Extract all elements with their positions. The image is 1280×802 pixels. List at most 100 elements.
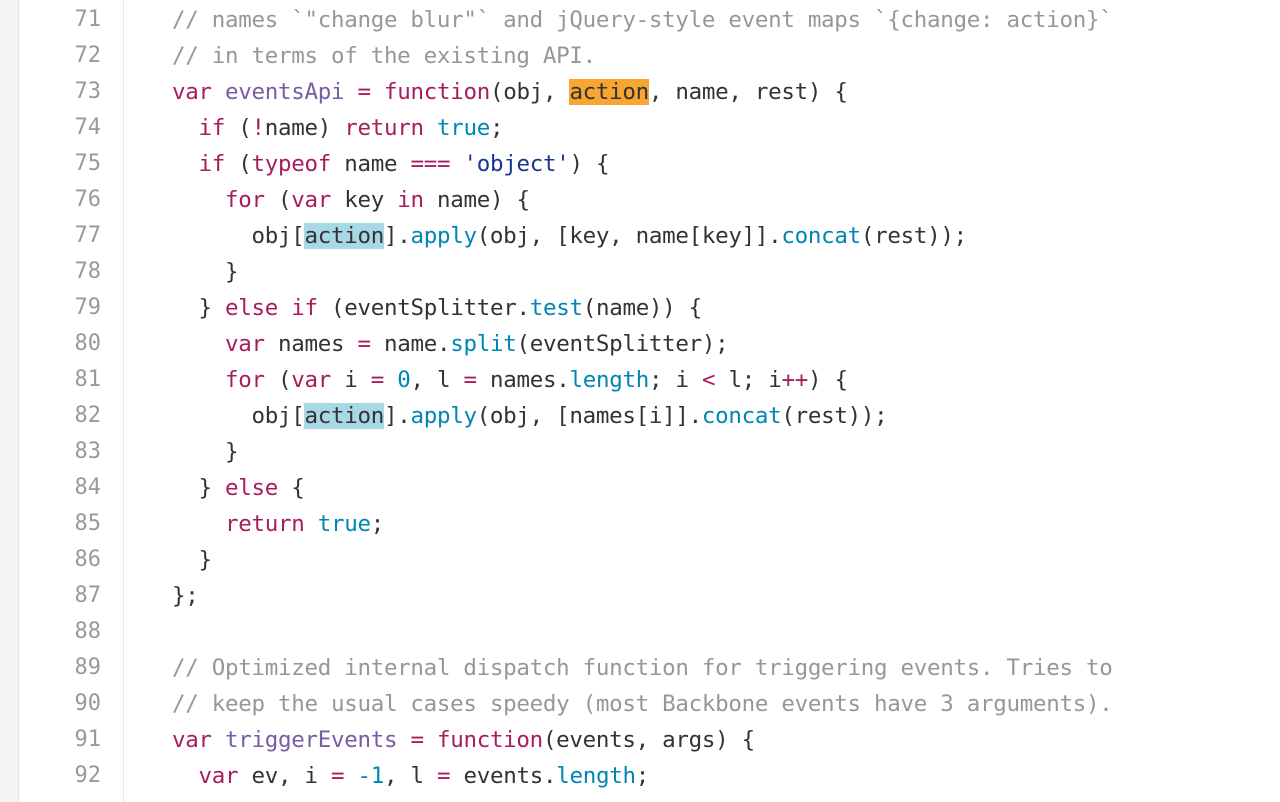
code-token: if: [198, 151, 226, 177]
code-token: i: [331, 367, 371, 393]
code-line[interactable]: 80 var names = name.split(eventSplitter)…: [19, 326, 1280, 362]
code-line[interactable]: 89 // Optimized internal dispatch functio…: [19, 650, 1280, 686]
code-token: else: [225, 475, 278, 501]
code-token: key: [331, 187, 398, 213]
code-token: }: [172, 439, 239, 465]
code-line[interactable]: 86 }: [19, 542, 1280, 578]
line-number[interactable]: 76: [19, 182, 102, 218]
code-token: ===: [410, 151, 451, 177]
code-token: else: [225, 295, 278, 321]
code-token: // names `"change blur"` and jQuery-styl…: [172, 7, 1113, 33]
code-text: // Optimized internal dispatch function …: [172, 650, 1113, 686]
line-number[interactable]: 85: [19, 506, 102, 542]
code-token: (: [225, 115, 252, 141]
code-token: =: [344, 79, 384, 105]
code-token: ) {: [569, 151, 610, 177]
code-token: -1: [357, 763, 384, 789]
code-token: ) {: [807, 367, 848, 393]
line-number[interactable]: 90: [19, 686, 102, 722]
code-token: if: [198, 115, 226, 141]
code-token: (rest));: [781, 403, 888, 429]
code-token: var: [172, 727, 225, 753]
code-token: =: [357, 331, 371, 357]
code-line[interactable]: 77 obj[action].apply(obj, [key, name[key…: [19, 218, 1280, 254]
code-token: triggerEvents: [225, 727, 398, 753]
code-token: (eventSplitter);: [516, 331, 729, 357]
code-line[interactable]: 82 obj[action].apply(obj, [names[i]].con…: [19, 398, 1280, 434]
line-number[interactable]: 84: [19, 470, 102, 506]
code-token: , l: [410, 367, 464, 393]
line-number[interactable]: 78: [19, 254, 102, 290]
line-number[interactable]: 74: [19, 110, 102, 146]
line-number[interactable]: 71: [19, 2, 102, 38]
code-token: ;: [370, 511, 385, 537]
code-line[interactable]: 75 if (typeof name === 'object') {: [19, 146, 1280, 182]
code-text: return true;: [172, 506, 384, 542]
code-line[interactable]: 88: [19, 614, 1280, 650]
code-token: // Optimized internal dispatch function …: [172, 655, 1113, 681]
code-line[interactable]: 91 var triggerEvents = function(events, a…: [19, 722, 1280, 758]
code-line[interactable]: 81 for (var i = 0, l = names.length; i <…: [19, 362, 1280, 398]
search-match: action: [304, 223, 384, 249]
line-number[interactable]: 79: [19, 290, 102, 326]
code-line[interactable]: 71 // names `"change blur"` and jQuery-st…: [19, 2, 1280, 38]
line-number[interactable]: 88: [19, 614, 102, 650]
code-line[interactable]: 84 } else {: [19, 470, 1280, 506]
code-text: var eventsApi = function(obj, action, na…: [172, 74, 848, 110]
code-line[interactable]: 92 var ev, i = -1, l = events.length;: [19, 758, 1280, 794]
code-text: if (typeof name === 'object') {: [172, 146, 610, 182]
code-token: function: [436, 727, 543, 753]
code-line[interactable]: 78 }: [19, 254, 1280, 290]
code-line[interactable]: 74 if (!name) return true;: [19, 110, 1280, 146]
code-token: (name)) {: [582, 295, 703, 321]
code-token: names.: [476, 367, 570, 393]
code-line[interactable]: 72 // in terms of the existing API.: [19, 38, 1280, 74]
line-number[interactable]: 80: [19, 326, 102, 362]
line-number[interactable]: 81: [19, 362, 102, 398]
code-token: length: [556, 763, 636, 789]
code-token: (obj, [names[i]].: [476, 403, 702, 429]
code-text: }: [172, 542, 212, 578]
code-text: for (var i = 0, l = names.length; i < l;…: [172, 362, 848, 398]
code-text: }: [172, 254, 239, 290]
line-number[interactable]: 77: [19, 218, 102, 254]
code-line[interactable]: 87};: [19, 578, 1280, 614]
code-token: events.: [450, 763, 557, 789]
code-token: function: [383, 79, 490, 105]
code-line[interactable]: 79 } else if (eventSplitter.test(name)) …: [19, 290, 1280, 326]
code-text: obj[action].apply(obj, [names[i]].concat…: [172, 398, 888, 434]
code-text: if (!name) return true;: [172, 110, 504, 146]
code-line[interactable]: 85 return true;: [19, 506, 1280, 542]
code-token: l; i: [715, 367, 782, 393]
code-token: ev, i: [238, 763, 331, 789]
code-line[interactable]: 73 var eventsApi = function(obj, action, …: [19, 74, 1280, 110]
code-viewer[interactable]: 71 // names `"change blur"` and jQuery-st…: [18, 0, 1280, 802]
line-number[interactable]: 73: [19, 74, 102, 110]
code-token: var: [291, 367, 331, 393]
line-number[interactable]: 72: [19, 38, 102, 74]
code-text: for (var key in name) {: [172, 182, 530, 218]
line-number[interactable]: 91: [19, 722, 102, 758]
code-token: (events, args) {: [542, 727, 755, 753]
line-number[interactable]: 92: [19, 758, 102, 794]
line-number[interactable]: 75: [19, 146, 102, 182]
code-token: var: [291, 187, 331, 213]
code-token: 0: [397, 367, 411, 393]
line-number[interactable]: 83: [19, 434, 102, 470]
code-token: eventsApi: [225, 79, 345, 105]
line-number[interactable]: 87: [19, 578, 102, 614]
code-text: } else if (eventSplitter.test(name)) {: [172, 290, 702, 326]
code-token: ; i: [648, 367, 702, 393]
code-line[interactable]: 90 // keep the usual cases speedy (most B…: [19, 686, 1280, 722]
line-number[interactable]: 82: [19, 398, 102, 434]
line-number[interactable]: 89: [19, 650, 102, 686]
line-number[interactable]: 86: [19, 542, 102, 578]
code-line[interactable]: 76 for (var key in name) {: [19, 182, 1280, 218]
code-line[interactable]: 83 }: [19, 434, 1280, 470]
